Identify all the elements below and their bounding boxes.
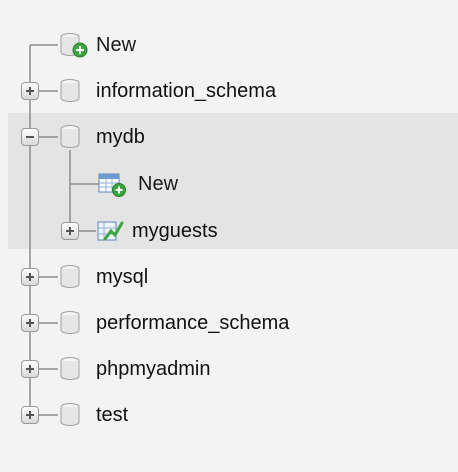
tree-item-label[interactable]: New: [138, 174, 178, 194]
database-icon: [60, 265, 80, 288]
tree-item-table[interactable]: myguests: [96, 212, 218, 250]
tree-item-label[interactable]: information_schema: [96, 81, 276, 101]
tree-item-database[interactable]: mysql: [58, 258, 148, 296]
expand-plus-icon[interactable]: [21, 268, 39, 286]
tree-item-database-selected[interactable]: mydb: [58, 118, 145, 156]
tree-item-database[interactable]: test: [58, 396, 128, 434]
database-navigation-tree: New information_schema mydb New myguests…: [0, 0, 458, 472]
database-icon: [60, 125, 80, 148]
tree-item-label[interactable]: performance_schema: [96, 313, 289, 333]
table-new-icon: [98, 173, 126, 197]
database-icon: [60, 79, 80, 102]
expand-plus-icon[interactable]: [21, 406, 39, 424]
tree-item-database[interactable]: information_schema: [58, 72, 276, 110]
database-icon: [60, 357, 80, 380]
tree-item-new-database[interactable]: New: [58, 26, 136, 64]
database-icon: [60, 311, 80, 334]
collapse-minus-icon[interactable]: [21, 128, 39, 146]
expand-plus-icon[interactable]: [21, 360, 39, 378]
tree-item-label[interactable]: mysql: [96, 267, 148, 287]
tree-item-label[interactable]: mydb: [96, 127, 145, 147]
database-icon: [60, 403, 80, 426]
expand-plus-icon[interactable]: [61, 222, 79, 240]
tree-item-label[interactable]: phpmyadmin: [96, 359, 211, 379]
tree-item-label[interactable]: New: [96, 35, 136, 55]
database-new-icon: [60, 33, 88, 58]
tree-item-new-table[interactable]: New: [98, 165, 178, 203]
table-structure-icon: [97, 221, 124, 241]
tree-item-label[interactable]: test: [96, 405, 128, 425]
tree-item-database[interactable]: performance_schema: [58, 304, 289, 342]
expand-plus-icon[interactable]: [21, 82, 39, 100]
expand-plus-icon[interactable]: [21, 314, 39, 332]
tree-item-database[interactable]: phpmyadmin: [58, 350, 211, 388]
tree-item-label[interactable]: myguests: [132, 221, 218, 241]
